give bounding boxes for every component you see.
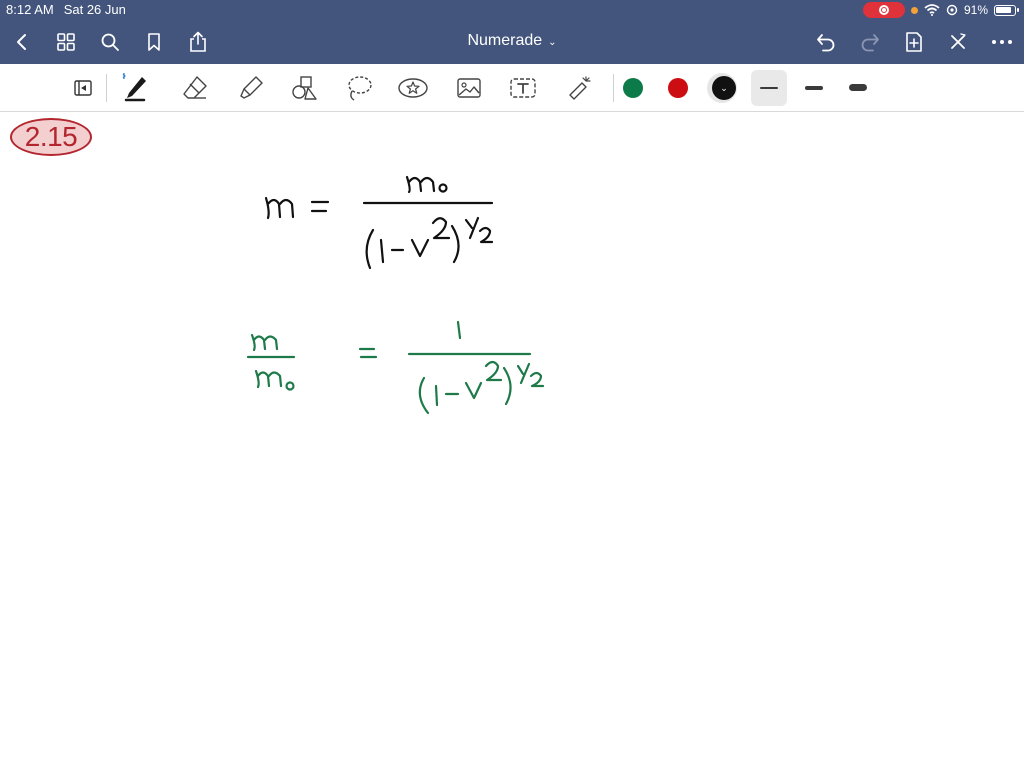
handwriting-layer <box>246 175 545 415</box>
equation-2-ink <box>246 320 545 415</box>
equation-1-ink <box>264 175 494 270</box>
